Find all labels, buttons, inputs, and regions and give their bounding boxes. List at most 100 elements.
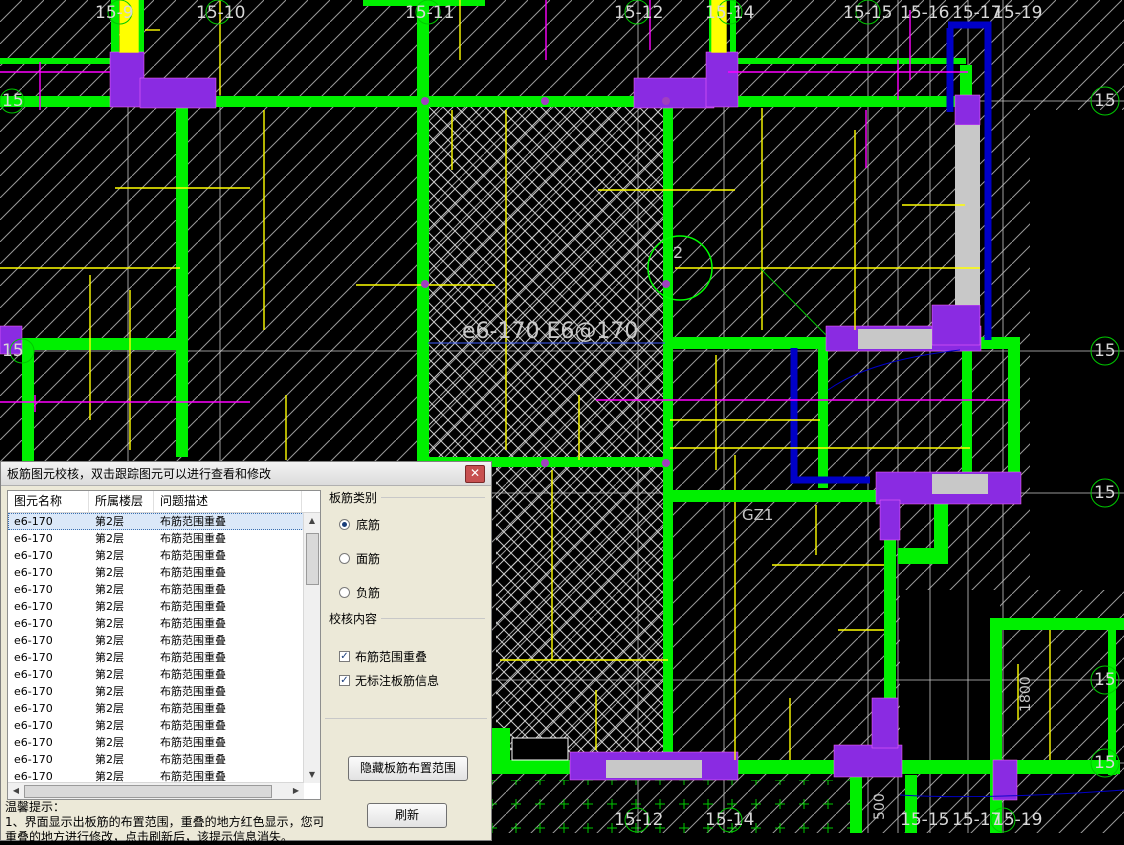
table-cell: 布筋范围重叠 bbox=[160, 719, 226, 732]
table-cell: 布筋范围重叠 bbox=[160, 634, 226, 647]
table-cell: e6-170 bbox=[14, 651, 53, 664]
table-cell: 第2层 bbox=[95, 549, 124, 562]
scroll-up-arrow-icon[interactable]: ▲ bbox=[304, 513, 320, 529]
table-cell: 第2层 bbox=[95, 736, 124, 749]
hide-rebar-range-button[interactable]: 隐藏板筋布置范围 bbox=[348, 756, 468, 781]
bottom-dim-label: 500 bbox=[872, 793, 888, 820]
table-cell: 第2层 bbox=[95, 583, 124, 596]
table-cell: e6-170 bbox=[14, 753, 53, 766]
group-divider bbox=[381, 618, 485, 619]
table-cell: 第2层 bbox=[95, 634, 124, 647]
axis-label-right-2: 15 bbox=[1094, 341, 1116, 361]
scroll-left-arrow-icon[interactable]: ◀ bbox=[8, 783, 24, 799]
table-cell: 布筋范围重叠 bbox=[160, 515, 226, 528]
checkbox-no-label-info[interactable]: ✓ 无标注板筋信息 bbox=[339, 672, 439, 689]
table-row[interactable]: e6-170 第2层 布筋范围重叠 bbox=[8, 734, 320, 751]
table-cell: e6-170 bbox=[14, 719, 53, 732]
group-divider bbox=[381, 497, 485, 498]
axis-label-top-2: 15-10 bbox=[196, 3, 246, 23]
table-cell: e6-170 bbox=[14, 600, 53, 613]
table-cell: 第2层 bbox=[95, 753, 124, 766]
table-row[interactable]: e6-170 第2层 布筋范围重叠 bbox=[8, 666, 320, 683]
table-row[interactable]: e6-170 第2层 布筋范围重叠 bbox=[8, 598, 320, 615]
dim-label: 1800 bbox=[1018, 676, 1034, 712]
radio-dot[interactable] bbox=[339, 519, 350, 530]
tips-panel: 温馨提示： 1、界面显示出板筋的布置范围，重叠的地方红色显示，您可 重叠的地方进… bbox=[5, 800, 323, 845]
table-row[interactable]: e6-170 第2层 布筋范围重叠 bbox=[8, 513, 320, 530]
dialog-titlebar[interactable]: 板筋图元校核，双击跟踪图元可以进行查看和修改 bbox=[1, 462, 491, 486]
table-row[interactable]: e6-170 第2层 布筋范围重叠 bbox=[8, 717, 320, 734]
table-row[interactable]: e6-170 第2层 布筋范围重叠 bbox=[8, 581, 320, 598]
table-cell: 布筋范围重叠 bbox=[160, 651, 226, 664]
scroll-right-arrow-icon[interactable]: ▶ bbox=[288, 783, 304, 799]
table-row[interactable]: e6-170 第2层 布筋范围重叠 bbox=[8, 530, 320, 547]
radio-top-rebar[interactable]: 面筋 bbox=[339, 550, 380, 567]
group-divider bbox=[325, 718, 487, 719]
checkbox-box[interactable]: ✓ bbox=[339, 651, 350, 662]
table-row[interactable]: e6-170 第2层 布筋范围重叠 bbox=[8, 564, 320, 581]
radio-label: 底筋 bbox=[356, 518, 381, 532]
scroll-down-arrow-icon[interactable]: ▼ bbox=[304, 767, 320, 783]
column-header-floor[interactable]: 所属楼层 bbox=[89, 491, 154, 512]
close-button[interactable]: ✕ bbox=[465, 465, 485, 483]
radio-bottom-rebar[interactable]: 底筋 bbox=[339, 516, 380, 533]
axis-label-top-6: 15-15 bbox=[843, 3, 893, 23]
table-cell: 第2层 bbox=[95, 685, 124, 698]
table-row[interactable]: e6-170 第2层 布筋范围重叠 bbox=[8, 615, 320, 632]
table-cell: 第2层 bbox=[95, 668, 124, 681]
axis-label-left-1: 15 bbox=[2, 91, 24, 111]
table-cell: 第2层 bbox=[95, 719, 124, 732]
refresh-button[interactable]: 刷新 bbox=[367, 803, 447, 828]
issue-rows: e6-170 第2层 布筋范围重叠 e6-170 第2层 布筋范围重叠 e6-170 第2层布… bbox=[8, 513, 320, 785]
axis-label-bottom-3: 15-15 bbox=[900, 810, 950, 830]
radio-negative-rebar[interactable]: 负筋 bbox=[339, 584, 380, 601]
table-cell: 布筋范围重叠 bbox=[160, 532, 226, 545]
issue-list-header: 图元名称 所属楼层 问题描述 bbox=[8, 491, 320, 513]
table-cell: e6-170 bbox=[14, 583, 53, 596]
axis-label-right-4: 15 bbox=[1094, 670, 1116, 690]
issue-list[interactable]: 图元名称 所属楼层 问题描述 e6-170 第2层 布筋范围重叠 e6-170 第2层布… bbox=[7, 490, 321, 800]
radio-dot[interactable] bbox=[339, 587, 350, 598]
table-row[interactable]: e6-170 第2层 布筋范围重叠 bbox=[8, 649, 320, 666]
axis-label-top-5: 15-14 bbox=[705, 3, 755, 23]
column-header-description[interactable]: 问题描述 bbox=[154, 491, 302, 512]
checkbox-range-overlap[interactable]: ✓ 布筋范围重叠 bbox=[339, 648, 427, 665]
table-cell: 布筋范围重叠 bbox=[160, 617, 226, 630]
table-cell: 第2层 bbox=[95, 617, 124, 630]
table-cell: e6-170 bbox=[14, 634, 53, 647]
check-content-group-label: 校核内容 bbox=[329, 612, 378, 626]
radio-dot[interactable] bbox=[339, 553, 350, 564]
axis-label-top-3: 15-11 bbox=[405, 3, 455, 23]
table-row[interactable]: e6-170 第2层 布筋范围重叠 bbox=[8, 632, 320, 649]
table-cell: e6-170 bbox=[14, 566, 53, 579]
circle-mark-label: 2 bbox=[673, 243, 683, 262]
tips-line-2: 重叠的地方进行修改，点击刷新后，该提示信息消失。 bbox=[5, 830, 294, 844]
table-cell: e6-170 bbox=[14, 685, 53, 698]
table-cell: 布筋范围重叠 bbox=[160, 702, 226, 715]
vertical-scrollbar[interactable]: ▲ ▼ bbox=[303, 513, 320, 783]
table-cell: 第2层 bbox=[95, 702, 124, 715]
horizontal-scroll-thumb[interactable] bbox=[24, 785, 272, 798]
table-row[interactable]: e6-170 第2层 布筋范围重叠 bbox=[8, 683, 320, 700]
checkbox-box[interactable]: ✓ bbox=[339, 675, 350, 686]
rebar-type-group-label: 板筋类别 bbox=[329, 491, 378, 505]
column-header-name[interactable]: 图元名称 bbox=[8, 491, 89, 512]
axis-label-bottom-1: 15-12 bbox=[614, 810, 664, 830]
table-cell: 第2层 bbox=[95, 651, 124, 664]
table-cell: 布筋范围重叠 bbox=[160, 736, 226, 749]
table-cell: 第2层 bbox=[95, 515, 124, 528]
radio-label: 负筋 bbox=[356, 586, 381, 600]
table-cell: e6-170 bbox=[14, 549, 53, 562]
axis-label-top-9: 15-19 bbox=[993, 3, 1043, 23]
slab-rebar-label: e6-170 E6@170 bbox=[462, 319, 638, 344]
table-cell: e6-170 bbox=[14, 668, 53, 681]
tips-heading: 温馨提示： bbox=[5, 800, 66, 814]
table-row[interactable]: e6-170 第2层 布筋范围重叠 bbox=[8, 547, 320, 564]
axis-label-top-1: 15-9 bbox=[95, 3, 134, 23]
axis-label-top-7: 15-16 bbox=[900, 3, 950, 23]
checkbox-label: 布筋范围重叠 bbox=[355, 650, 428, 664]
vertical-scroll-thumb[interactable] bbox=[306, 533, 319, 585]
table-row[interactable]: e6-170 第2层 布筋范围重叠 bbox=[8, 700, 320, 717]
horizontal-scrollbar[interactable]: ◀ ▶ bbox=[8, 782, 304, 799]
table-row[interactable]: e6-170 第2层 布筋范围重叠 bbox=[8, 751, 320, 768]
